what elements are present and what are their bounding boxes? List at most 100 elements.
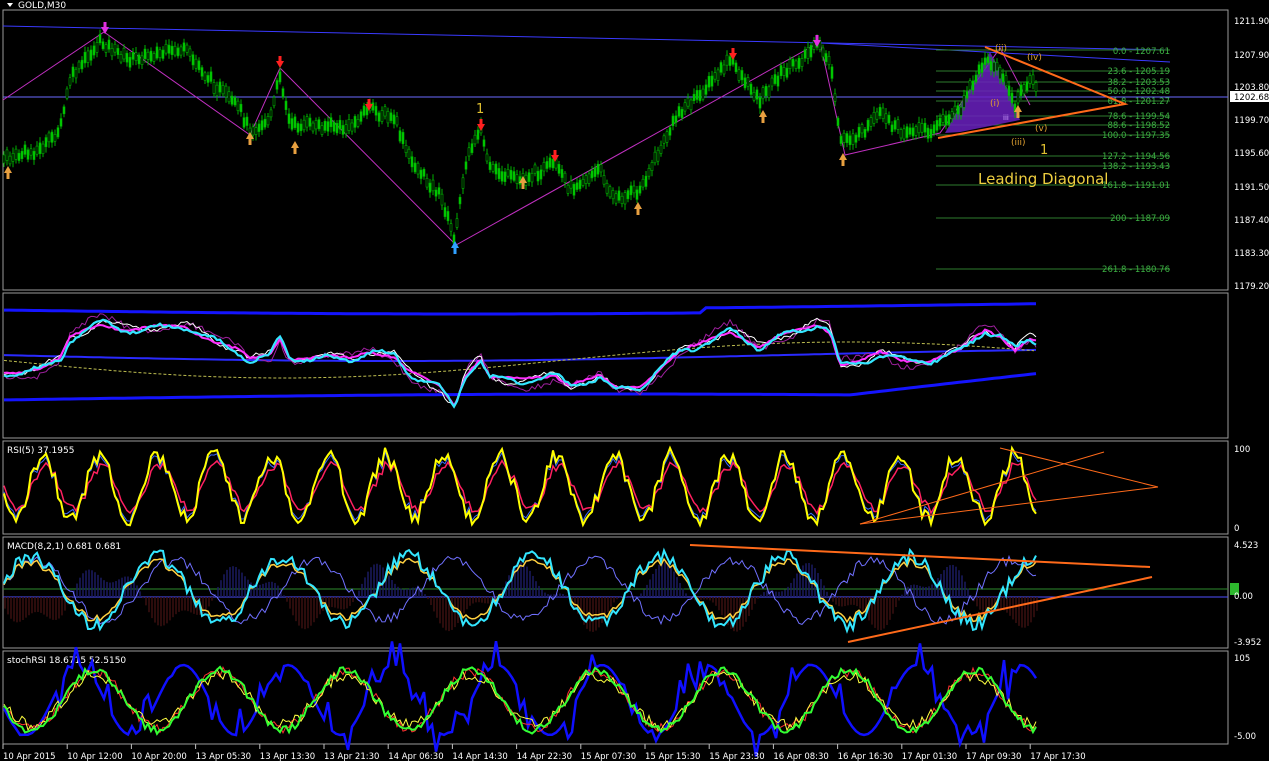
candle-body — [614, 193, 618, 204]
candle-body — [974, 74, 978, 83]
candle-body — [602, 175, 606, 185]
candle-body — [422, 168, 426, 177]
candle-body — [977, 64, 981, 75]
ma-bands-pane[interactable] — [2, 292, 1229, 439]
candle-body — [992, 62, 996, 72]
candle-body — [311, 122, 315, 132]
wave-label: (ii) — [995, 44, 1007, 54]
candle-body — [566, 184, 570, 194]
time-axis-label: 17 Apr 17:30 — [1030, 752, 1085, 761]
candle-body — [659, 144, 663, 154]
candle-body — [623, 192, 627, 205]
candle-body — [971, 80, 975, 91]
candle-body — [884, 113, 888, 124]
stochrsi-pane[interactable]: stochRSI 18.6715 52.5150 105 -5.00 — [2, 640, 1256, 757]
candle-body — [836, 117, 840, 126]
candle-body — [353, 116, 357, 128]
candle-body — [32, 150, 36, 160]
candle-body — [401, 132, 405, 145]
candle-body — [1031, 74, 1035, 85]
fib-label: 50.0 - 1202.48 — [1107, 87, 1170, 97]
candle-body — [350, 122, 354, 132]
candle-body — [767, 86, 771, 98]
price-pane[interactable]: GOLD,M30 0.0 - 1207.61 23.6 - 1205.19 38… — [2, 1, 1269, 292]
candle-body — [656, 149, 660, 162]
candle-body — [41, 143, 45, 154]
rsi-axis-top: 100 — [1234, 445, 1250, 455]
candle-body — [395, 116, 399, 126]
candle-body — [947, 114, 951, 125]
chevron-down-icon[interactable] — [7, 3, 13, 7]
candle-body — [434, 189, 438, 197]
candle-body — [893, 120, 897, 130]
candle-body — [158, 49, 162, 59]
candle-body — [260, 120, 264, 131]
chart-window[interactable]: GOLD,M30 0.0 - 1207.61 23.6 - 1205.19 38… — [0, 0, 1269, 761]
candle-body — [647, 168, 651, 177]
candle-body — [995, 61, 999, 71]
macd-axis-top: 4.523 — [1234, 541, 1258, 551]
candle-body — [74, 68, 78, 79]
candle-body — [869, 117, 873, 127]
candle-body — [86, 50, 90, 63]
candle-body — [176, 47, 180, 57]
candle-body — [626, 190, 630, 200]
candle-body — [881, 107, 885, 120]
fib-label: 138.2 - 1193.43 — [1102, 162, 1170, 172]
candle-body — [467, 147, 471, 157]
candle-body — [950, 111, 954, 119]
candle-body — [149, 50, 153, 62]
candle-body — [5, 149, 9, 161]
candle-body — [119, 54, 123, 63]
candle-body — [1022, 84, 1026, 95]
rsi-axis-bottom: 0 — [1234, 524, 1239, 534]
time-axis-label: 13 Apr 21:30 — [324, 752, 379, 761]
candle-body — [713, 72, 717, 80]
fib-label: 261.8 - 1180.76 — [1102, 265, 1170, 275]
current-price-label: 1202.68 — [1234, 93, 1269, 103]
candle-body — [527, 172, 531, 182]
candle-body — [425, 178, 429, 188]
macd-pane[interactable]: MACD(8,2,1) 0.681 0.681 4.523 0.00 -3.95… — [2, 536, 1261, 649]
candle-body — [779, 65, 783, 77]
candle-body — [293, 116, 297, 128]
price-axis-label: 1183.30 — [1234, 249, 1269, 259]
candle-body — [14, 148, 18, 160]
candle-body — [611, 190, 615, 200]
candle-body — [443, 207, 447, 217]
candle-body — [71, 66, 75, 77]
rsi-pane[interactable]: RSI(5) 37.1955 100 0 — [2, 440, 1250, 535]
candle-body — [218, 81, 222, 93]
candle-body — [335, 123, 339, 134]
candle-body — [380, 110, 384, 122]
chart-title: GOLD,M30 — [18, 1, 66, 11]
candle-body — [788, 59, 792, 69]
candle-body — [875, 111, 879, 120]
candle-body — [398, 130, 402, 142]
candle-body — [281, 88, 285, 98]
time-axis-label: 15 Apr 15:30 — [645, 752, 700, 761]
wave-label: 1 — [1040, 143, 1048, 158]
candle-body — [263, 118, 267, 128]
candle-body — [512, 171, 516, 181]
candle-body — [428, 182, 432, 193]
price-axis[interactable]: 1211.90 1207.90 1203.80 1202.68 1199.70 … — [1230, 17, 1269, 292]
candle-body — [785, 67, 789, 78]
candle-body — [914, 126, 918, 136]
candle-body — [56, 127, 60, 138]
candle-body — [911, 127, 915, 137]
candle-body — [371, 102, 375, 111]
candle-body — [752, 92, 756, 101]
candle-body — [797, 57, 801, 69]
candle-body — [128, 56, 132, 68]
candle-body — [572, 183, 576, 196]
candle-body — [545, 161, 549, 169]
fib-label: 88.6 - 1198.52 — [1107, 121, 1170, 131]
time-axis[interactable]: 10 Apr 2015 10 Apr 12:00 10 Apr 20:00 13 Ap… — [2, 744, 1086, 761]
candle-body — [11, 153, 15, 162]
price-axis-label: 1179.20 — [1234, 282, 1269, 292]
candle-body — [29, 148, 33, 156]
candle-body — [740, 70, 744, 81]
candle-body — [848, 135, 852, 146]
candle-body — [746, 77, 750, 87]
